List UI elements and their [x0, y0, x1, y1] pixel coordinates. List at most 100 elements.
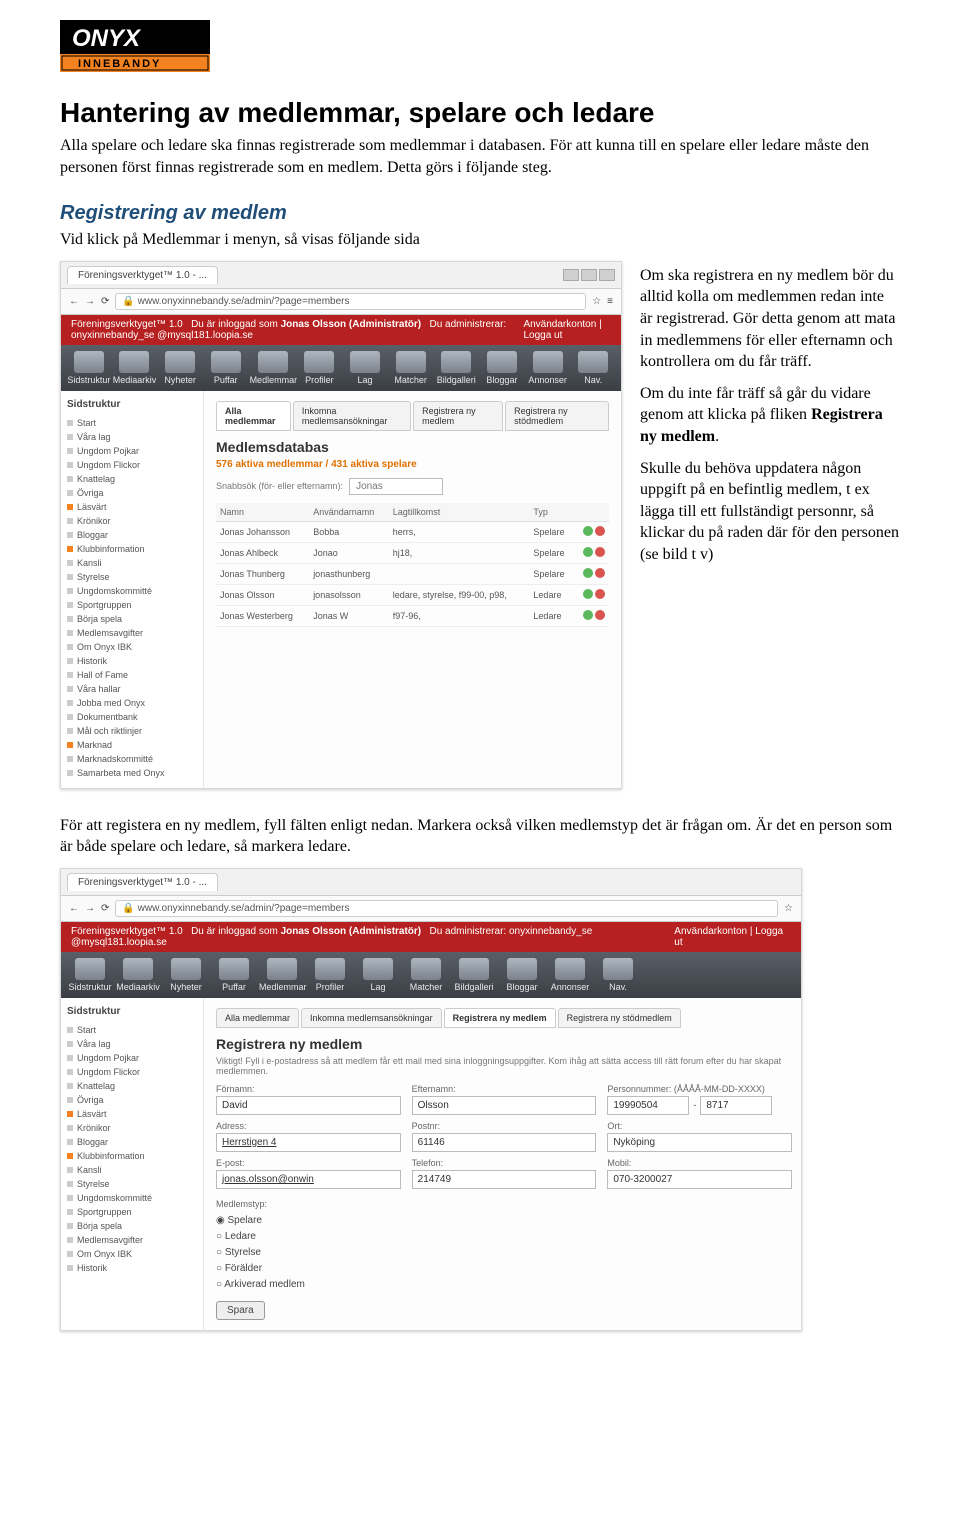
input-telefon[interactable]: 214749: [412, 1170, 597, 1189]
nav-item[interactable]: Medlemmar: [259, 958, 305, 992]
sidebar-item[interactable]: Historik: [67, 1261, 197, 1275]
sidebar-item[interactable]: Våra lag: [67, 430, 197, 444]
sidebar-item[interactable]: Övriga: [67, 486, 197, 500]
nav-item[interactable]: Puffar: [204, 351, 248, 385]
user-accounts-link[interactable]: Användarkonton: [523, 319, 596, 330]
sidebar-item[interactable]: Samarbeta med Onyx: [67, 766, 197, 780]
radio-option[interactable]: ○ Förälder: [216, 1261, 789, 1277]
sidebar-item[interactable]: Styrelse: [67, 1177, 197, 1191]
window-buttons[interactable]: [563, 269, 615, 281]
radio-option[interactable]: ◉ Spelare: [216, 1213, 789, 1229]
nav-item[interactable]: Sidstruktur: [67, 958, 113, 992]
nav-item[interactable]: Bildgalleri: [451, 958, 497, 992]
tab[interactable]: Inkomna medlemsansökningar: [301, 1008, 442, 1028]
approve-icon[interactable]: [583, 568, 593, 578]
tab[interactable]: Alla medlemmar: [216, 401, 291, 431]
sidebar-item[interactable]: Klubbinformation: [67, 542, 197, 556]
nav-item[interactable]: Nyheter: [158, 351, 202, 385]
approve-icon[interactable]: [583, 610, 593, 620]
nav-item[interactable]: Mediaarkiv: [115, 958, 161, 992]
url-field[interactable]: 🔒 www.onyxinnebandy.se/admin/?page=membe…: [115, 293, 586, 310]
tab[interactable]: Alla medlemmar: [216, 1008, 299, 1028]
logout-link[interactable]: Logga ut: [523, 330, 562, 341]
table-row[interactable]: Jonas Olssonjonasolssonledare, styrelse,…: [216, 584, 609, 605]
user-accounts-link[interactable]: Användarkonton: [674, 926, 747, 937]
table-row[interactable]: Jonas ThunbergjonasthunbergSpelare: [216, 563, 609, 584]
input-pn-date[interactable]: 19990504: [607, 1096, 689, 1115]
input-mobil[interactable]: 070-3200027: [607, 1170, 792, 1189]
nav-item[interactable]: Annonser: [547, 958, 593, 992]
nav-item[interactable]: Profiler: [298, 351, 342, 385]
sidebar-item[interactable]: Start: [67, 416, 197, 430]
input-fornamn[interactable]: David: [216, 1096, 401, 1115]
nav-fwd-icon[interactable]: →: [85, 903, 95, 914]
approve-icon[interactable]: [583, 547, 593, 557]
sidebar-item[interactable]: Medlemsavgifter: [67, 1233, 197, 1247]
sidebar-item[interactable]: Våra lag: [67, 1037, 197, 1051]
nav-item[interactable]: Puffar: [211, 958, 257, 992]
delete-icon[interactable]: [595, 589, 605, 599]
delete-icon[interactable]: [595, 568, 605, 578]
nav-item[interactable]: Medlemmar: [250, 351, 296, 385]
sidebar-item[interactable]: Dokumentbank: [67, 710, 197, 724]
menu-icon[interactable]: ≡: [607, 296, 613, 307]
nav-item[interactable]: Nav.: [571, 351, 615, 385]
sidebar-item[interactable]: Kansli: [67, 556, 197, 570]
input-efternamn[interactable]: Olsson: [412, 1096, 597, 1115]
nav-item[interactable]: Lag: [355, 958, 401, 992]
delete-icon[interactable]: [595, 526, 605, 536]
sidebar-item[interactable]: Läsvärt: [67, 1107, 197, 1121]
nav-back-icon[interactable]: ←: [69, 296, 79, 307]
input-ort[interactable]: Nyköping: [607, 1133, 792, 1152]
nav-back-icon[interactable]: ←: [69, 903, 79, 914]
nav-item[interactable]: Matcher: [389, 351, 433, 385]
tab[interactable]: Registrera ny stödmedlem: [505, 401, 609, 431]
nav-item[interactable]: Sidstruktur: [67, 351, 111, 385]
sidebar-item[interactable]: Krönikor: [67, 514, 197, 528]
sidebar-item[interactable]: Start: [67, 1023, 197, 1037]
sidebar-item[interactable]: Sportgruppen: [67, 598, 197, 612]
sidebar-item[interactable]: Ungdom Pojkar: [67, 444, 197, 458]
tab[interactable]: Registrera ny medlem: [413, 401, 503, 431]
browser-tab[interactable]: Föreningsverktyget™ 1.0 - ...: [67, 873, 218, 891]
sidebar-item[interactable]: Kansli: [67, 1163, 197, 1177]
sidebar-item[interactable]: Historik: [67, 654, 197, 668]
sidebar-item[interactable]: Knattelag: [67, 1079, 197, 1093]
save-button[interactable]: Spara: [216, 1301, 265, 1320]
nav-item[interactable]: Matcher: [403, 958, 449, 992]
approve-icon[interactable]: [583, 589, 593, 599]
sidebar-item[interactable]: Hall of Fame: [67, 668, 197, 682]
nav-item[interactable]: Bildgalleri: [434, 351, 478, 385]
nav-item[interactable]: Mediaarkiv: [113, 351, 157, 385]
nav-item[interactable]: Annonser: [526, 351, 570, 385]
sidebar-item[interactable]: Knattelag: [67, 472, 197, 486]
sidebar-item[interactable]: Sportgruppen: [67, 1205, 197, 1219]
sidebar-item[interactable]: Marknadskommitté: [67, 752, 197, 766]
tab[interactable]: Registrera ny medlem: [444, 1008, 556, 1028]
sidebar-item[interactable]: Mål och riktlinjer: [67, 724, 197, 738]
nav-item[interactable]: Bloggar: [480, 351, 524, 385]
input-epost[interactable]: jonas.olsson@onwin: [216, 1170, 401, 1189]
nav-item[interactable]: Profiler: [307, 958, 353, 992]
sidebar-item[interactable]: Börja spela: [67, 1219, 197, 1233]
star-icon[interactable]: ☆: [592, 296, 601, 307]
sidebar-item[interactable]: Övriga: [67, 1093, 197, 1107]
url-field[interactable]: 🔒 www.onyxinnebandy.se/admin/?page=membe…: [115, 900, 778, 917]
table-row[interactable]: Jonas JohanssonBobbaherrs,Spelare: [216, 521, 609, 542]
sidebar-item[interactable]: Jobba med Onyx: [67, 696, 197, 710]
nav-fwd-icon[interactable]: →: [85, 296, 95, 307]
input-pn-last4[interactable]: 8717: [700, 1096, 772, 1115]
radio-option[interactable]: ○ Styrelse: [216, 1245, 789, 1261]
sidebar-item[interactable]: Bloggar: [67, 1135, 197, 1149]
table-row[interactable]: Jonas AhlbeckJonaohj18,Spelare: [216, 542, 609, 563]
reload-icon[interactable]: ⟳: [101, 903, 109, 914]
browser-tab[interactable]: Föreningsverktyget™ 1.0 - ...: [67, 266, 218, 284]
sidebar-item[interactable]: Ungdom Flickor: [67, 458, 197, 472]
approve-icon[interactable]: [583, 526, 593, 536]
sidebar-item[interactable]: Ungdomskommitté: [67, 584, 197, 598]
sidebar-item[interactable]: Medlemsavgifter: [67, 626, 197, 640]
nav-item[interactable]: Bloggar: [499, 958, 545, 992]
sidebar-item[interactable]: Våra hallar: [67, 682, 197, 696]
sidebar-item[interactable]: Klubbinformation: [67, 1149, 197, 1163]
tab[interactable]: Inkomna medlemsansökningar: [293, 401, 411, 431]
